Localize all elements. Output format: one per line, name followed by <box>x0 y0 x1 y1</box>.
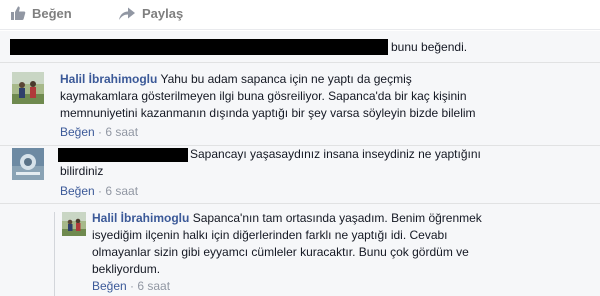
comment-author[interactable]: Halil İbrahimoglu <box>60 72 157 86</box>
avatar[interactable] <box>12 148 44 180</box>
share-arrow-icon <box>118 5 142 21</box>
reply-comment: Halil İbrahimoglu Sapanca'nın tam ortası… <box>62 210 592 294</box>
share-action-label: Paylaş <box>142 5 184 21</box>
comment-timestamp[interactable]: 6 saat <box>105 184 138 198</box>
comment-text: isyediğim ilçenin halkı için diğerlerind… <box>92 228 448 242</box>
comment-text: kaymakamlara gösterilmeyen ilgi buna gös… <box>60 89 467 103</box>
comment-2: Sapancayı yaşasaydınız insana inseydiniz… <box>12 146 592 203</box>
comment-body: Halil İbrahimoglu Yahu bu adam sapanca i… <box>60 71 590 122</box>
comment-like-link[interactable]: Beğen <box>60 184 95 198</box>
meta-separator: · <box>126 279 138 293</box>
comment-timestamp[interactable]: 6 saat <box>137 279 170 293</box>
post-action-bar: Beğen Paylaş <box>0 0 600 30</box>
comment-like-link[interactable]: Beğen <box>92 279 127 293</box>
comment-meta: Beğen · 6 saat <box>60 125 138 139</box>
comment-body: Halil İbrahimoglu Sapanca'nın tam ortası… <box>92 210 532 278</box>
comment-meta: Beğen · 6 saat <box>60 184 138 198</box>
comment-text: Sapanca'nın tam ortasında yaşadım. Benim… <box>192 211 482 225</box>
comment-text: bekliyordum. <box>92 262 161 276</box>
comment-body: Sapancayı yaşasaydınız insana inseydiniz… <box>60 146 590 180</box>
comment-text: Yahu bu adam sapanca için ne yaptı da ge… <box>160 72 412 86</box>
avatar[interactable] <box>62 212 86 236</box>
comment-text: memnuniyetini kazanmanın dışında yaptığı… <box>60 106 476 120</box>
like-action[interactable]: Beğen <box>10 5 72 21</box>
avatar[interactable] <box>12 72 44 104</box>
redacted-names <box>10 39 388 55</box>
meta-separator: · <box>94 125 106 139</box>
comment-1: Halil İbrahimoglu Yahu bu adam sapanca i… <box>12 72 592 142</box>
likes-summary-text: bunu beğendi. <box>391 40 468 54</box>
comment-meta: Beğen · 6 saat <box>92 279 170 293</box>
comment-text: Sapancayı yaşasaydınız insana inseydiniz… <box>190 147 481 161</box>
comment-text: olmayanlar sizin gibi eyyamcı cümleler k… <box>92 245 469 259</box>
comment-like-link[interactable]: Beğen <box>60 125 95 139</box>
comment-divider <box>0 203 600 204</box>
thumbs-up-icon <box>10 5 32 21</box>
share-action[interactable]: Paylaş <box>118 5 183 21</box>
meta-separator: · <box>94 184 106 198</box>
like-action-label: Beğen <box>32 5 72 21</box>
comment-text: bilirdiniz <box>60 164 104 178</box>
comment-timestamp[interactable]: 6 saat <box>105 125 138 139</box>
likes-summary: bunu beğendi. <box>0 31 600 63</box>
reply-thread-line <box>54 212 55 296</box>
comment-author[interactable]: Halil İbrahimoglu <box>92 211 189 225</box>
